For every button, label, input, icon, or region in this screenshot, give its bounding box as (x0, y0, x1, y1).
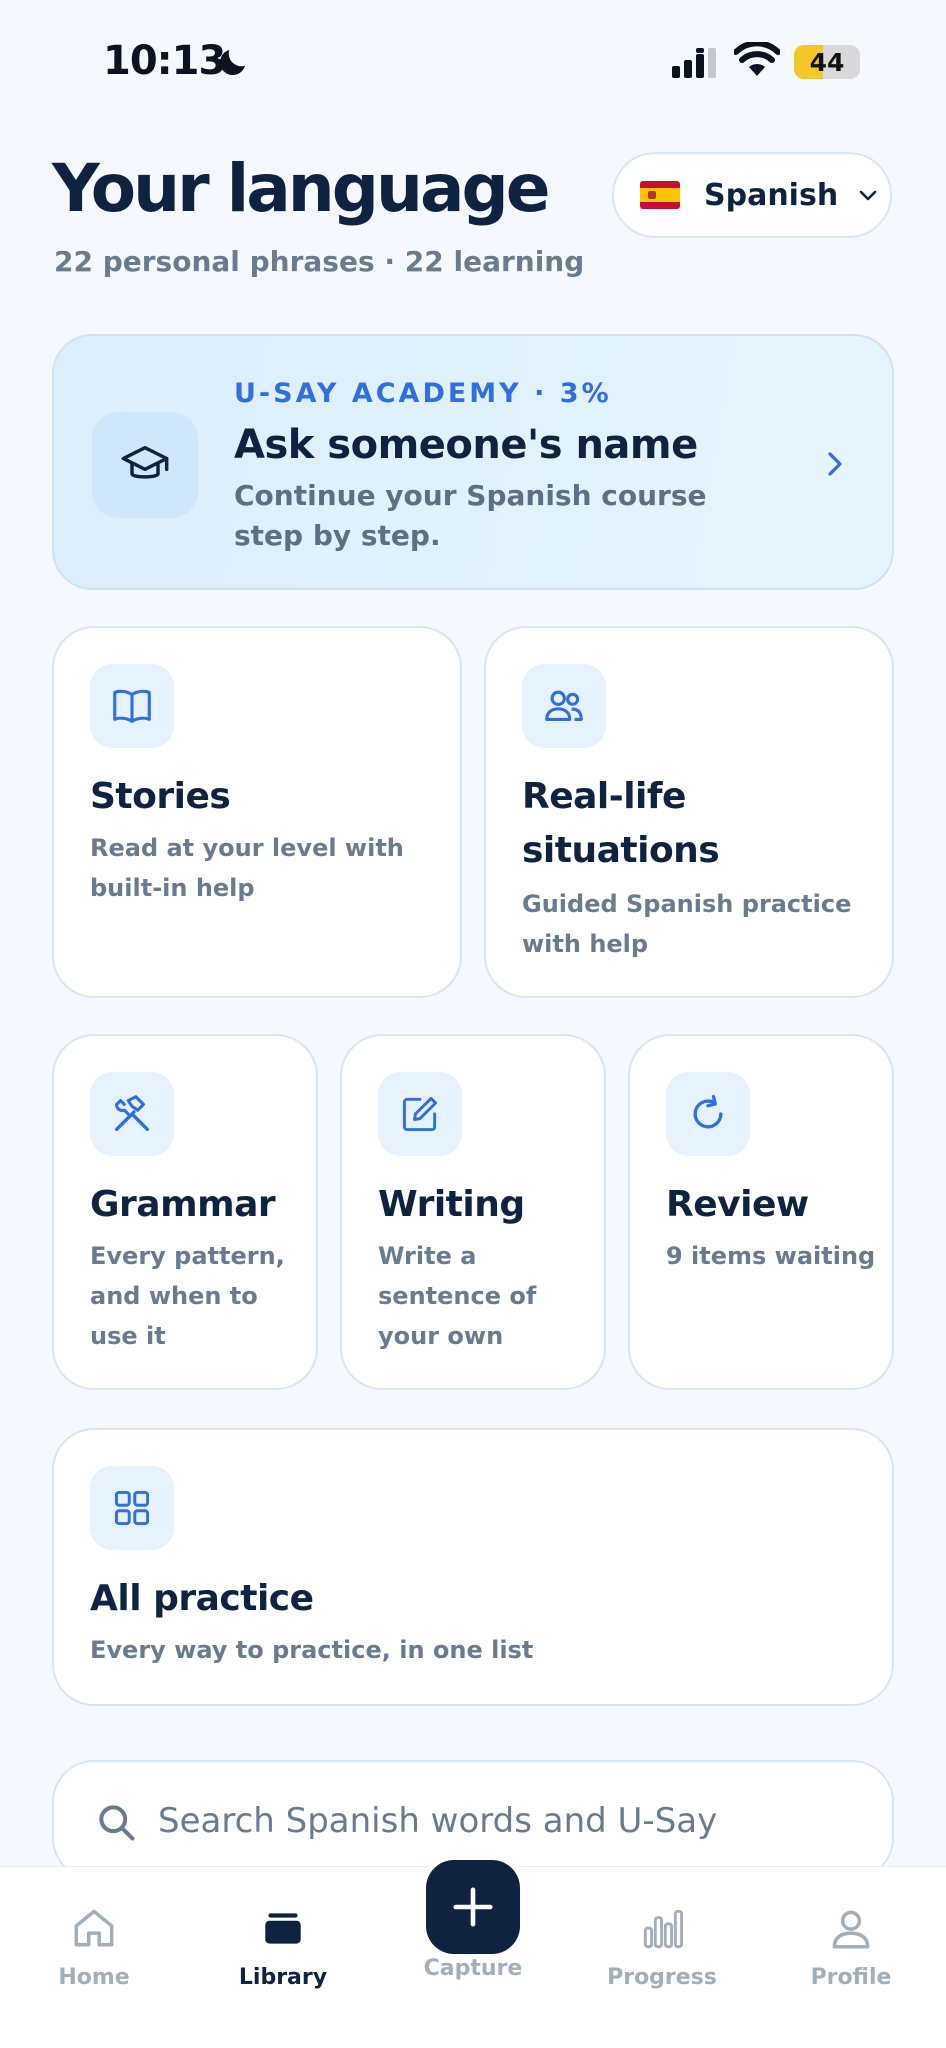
real-life-title: Real-life situations (522, 776, 720, 871)
status-bar: 10:13 44 (0, 0, 946, 120)
writing-card[interactable]: Writing Write a sentence of your own (340, 1034, 606, 1390)
review-card[interactable]: Review 9 items waiting (628, 1034, 894, 1390)
writing-title: Writing (378, 1184, 525, 1225)
all-practice-card[interactable]: All practice Every way to practice, in o… (52, 1428, 894, 1706)
bar-chart-icon (643, 1909, 684, 1949)
stories-icon-box (90, 664, 174, 748)
tab-progress-label: Progress (607, 1965, 717, 1990)
battery-indicator: 44 (794, 45, 860, 79)
plus-icon (453, 1887, 493, 1927)
language-label: Spanish (704, 177, 839, 213)
graduation-cap-icon (121, 445, 169, 479)
academy-description: Continue your Spanish course step by ste… (234, 479, 707, 552)
refresh-icon (693, 1094, 723, 1129)
real-life-icon-box (522, 664, 606, 748)
stories-card[interactable]: Stories Read at your level with built-in… (52, 626, 462, 998)
grammar-icon-box (90, 1072, 174, 1156)
academy-kicker: U-SAY ACADEMY · 3% (234, 378, 612, 409)
tab-profile[interactable]: Profile (776, 1903, 926, 2013)
moon-icon (219, 50, 245, 76)
spain-flag-icon (640, 181, 680, 209)
signal-icon (672, 48, 716, 78)
grid-icon (114, 1490, 150, 1526)
tab-progress[interactable]: Progress (587, 1903, 737, 2013)
grammar-description: Every pattern, and when to use it (90, 1242, 285, 1350)
stories-description: Read at your level with built-in help (90, 834, 404, 902)
people-icon (545, 690, 583, 721)
all-practice-icon-box (90, 1466, 174, 1550)
battery-percentage: 44 (809, 47, 845, 77)
language-selector[interactable]: Spanish (612, 152, 892, 238)
user-icon (832, 1910, 870, 1949)
grammar-title: Grammar (90, 1184, 276, 1225)
tab-home-label: Home (58, 1965, 130, 1990)
page-subtitle: 22 personal phrases · 22 learning (54, 245, 585, 278)
chevron-down-icon (859, 190, 877, 201)
wifi-icon (734, 42, 780, 76)
review-icon-box (666, 1072, 750, 1156)
grammar-card[interactable]: Grammar Every pattern, and when to use i… (52, 1034, 318, 1390)
review-title: Review (666, 1184, 809, 1225)
all-practice-description: Every way to practice, in one list (90, 1636, 534, 1664)
tab-capture-label: Capture (423, 1956, 523, 1981)
edit-icon (402, 1096, 438, 1132)
capture-button[interactable] (426, 1860, 520, 1954)
tab-profile-label: Profile (810, 1965, 892, 1990)
academy-icon-box (92, 412, 198, 518)
tab-library-label: Library (238, 1965, 328, 1990)
real-life-card[interactable]: Real-life situations Guided Spanish prac… (484, 626, 894, 998)
page-title: Your language (52, 150, 551, 227)
home-icon (74, 1909, 114, 1947)
status-time: 10:13 (103, 38, 226, 84)
academy-card[interactable]: U-SAY ACADEMY · 3% Ask someone's name Co… (52, 334, 894, 590)
tools-icon (114, 1095, 150, 1132)
writing-icon-box (378, 1072, 462, 1156)
chevron-right-icon (828, 452, 842, 476)
academy-title: Ask someone's name (234, 422, 698, 468)
book-icon (113, 689, 151, 723)
review-description: 9 items waiting (666, 1242, 876, 1270)
tab-home[interactable]: Home (19, 1903, 169, 2013)
writing-description: Write a sentence of your own (378, 1242, 537, 1350)
library-icon (265, 1913, 301, 1944)
real-life-description: Guided Spanish practice with help (522, 890, 852, 958)
tab-library[interactable]: Library (208, 1903, 358, 2013)
all-practice-title: All practice (90, 1578, 314, 1619)
stories-title: Stories (90, 776, 231, 817)
search-icon (99, 1805, 135, 1841)
search-input[interactable] (158, 1786, 858, 1856)
